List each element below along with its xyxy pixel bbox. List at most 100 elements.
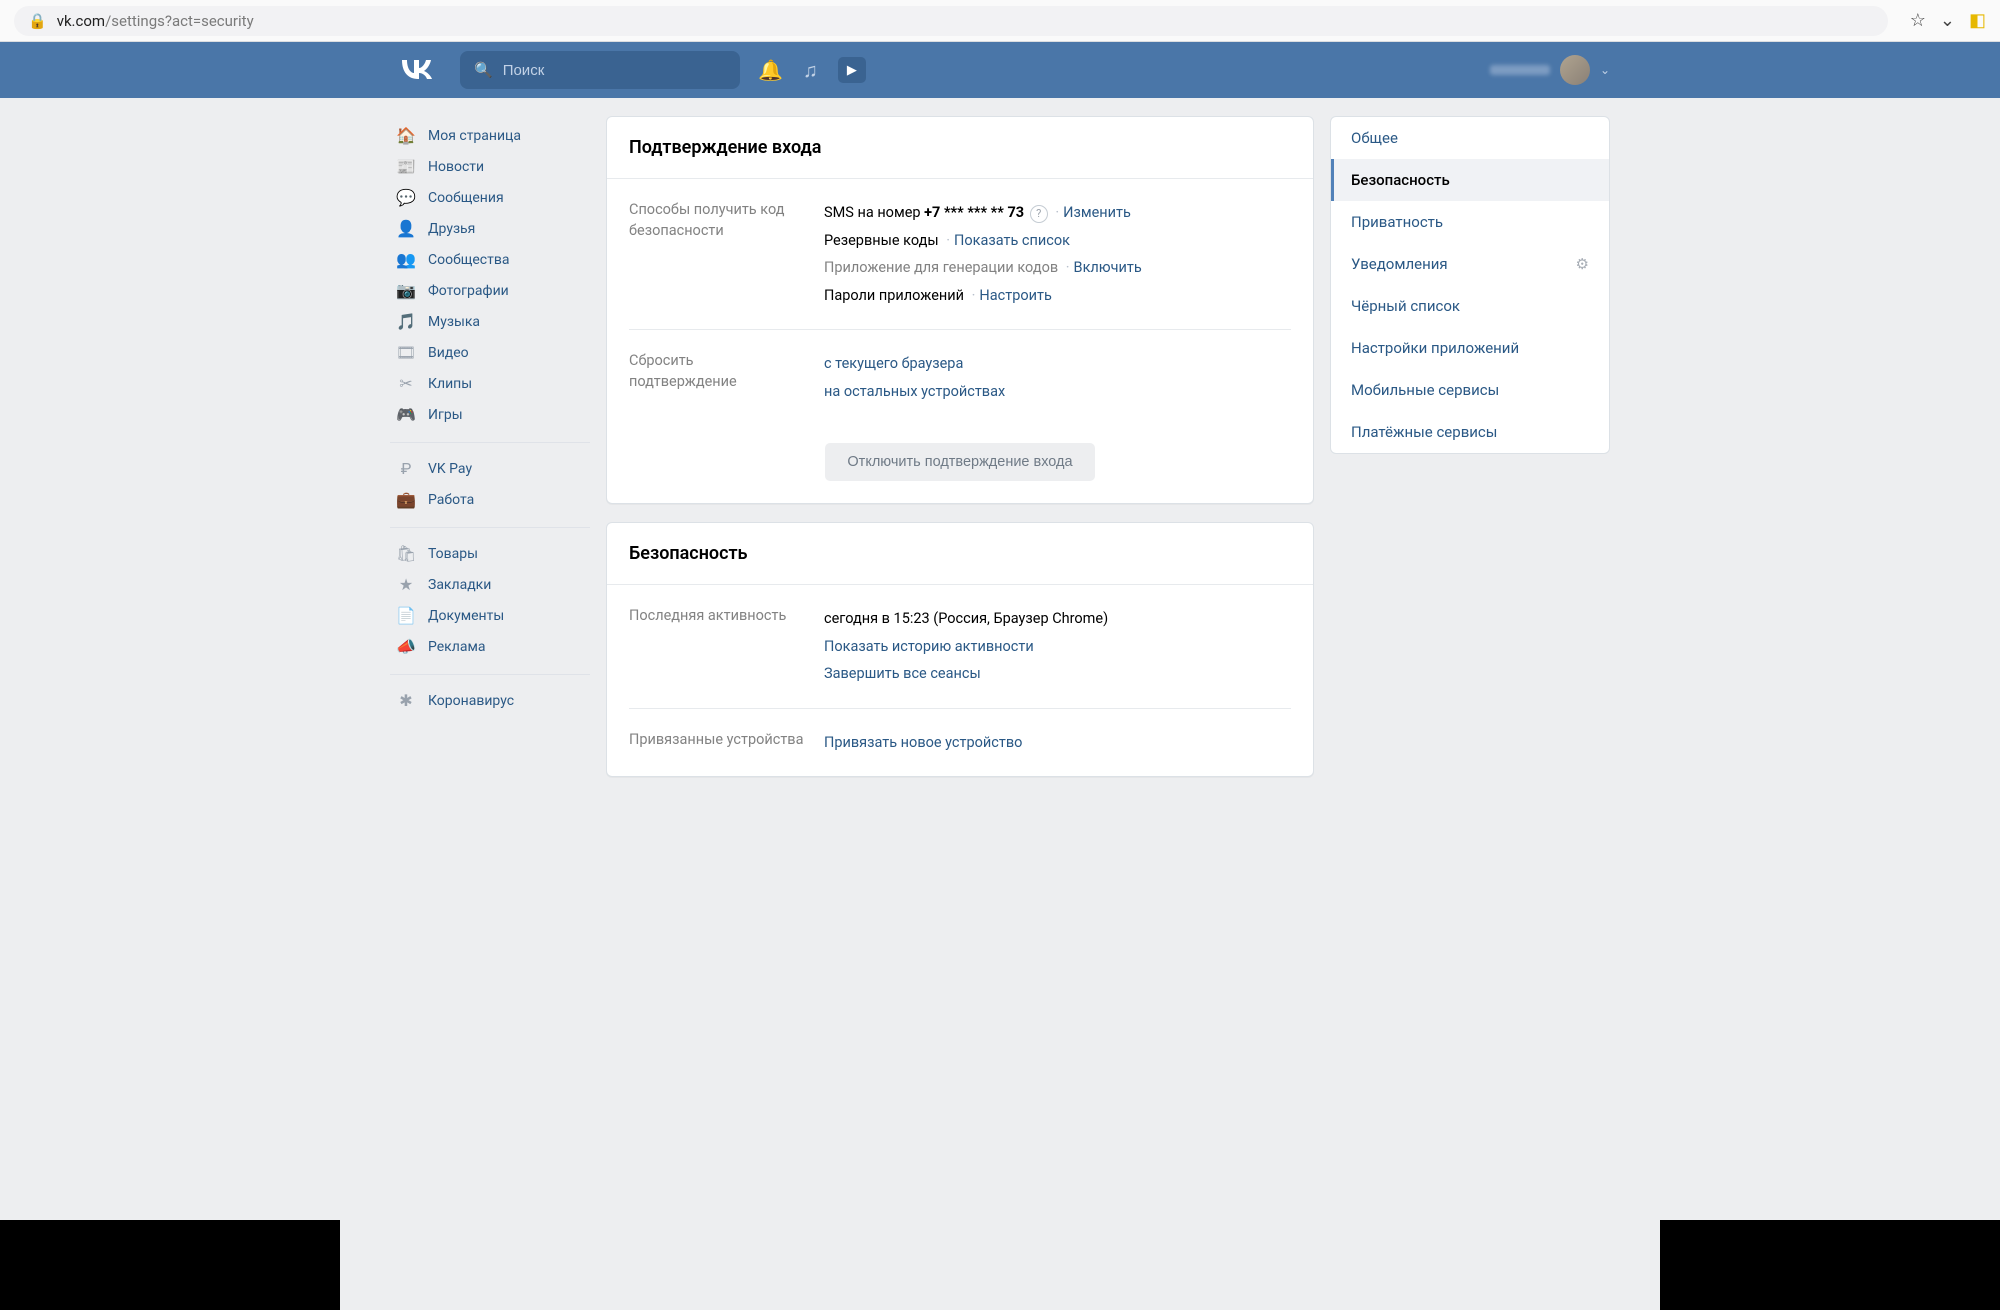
nav-icon: 🎞 — [396, 343, 416, 362]
reset-other-devices-link[interactable]: на остальных устройствах — [824, 383, 1005, 400]
nav-icon: 🛍 — [396, 544, 416, 563]
notifications-icon[interactable]: 🔔 — [758, 58, 783, 82]
sidebar-item-label: Реклама — [428, 639, 485, 655]
sidebar-item[interactable]: ✂ Клипы — [390, 368, 590, 399]
sidebar-item[interactable]: 📣 Реклама — [390, 631, 590, 662]
settings-tab[interactable]: Уведомления ⚙ — [1331, 243, 1609, 285]
tab-label: Безопасность — [1351, 171, 1450, 189]
sidebar-item[interactable]: 💼 Работа — [390, 484, 590, 515]
end-all-sessions-link[interactable]: Завершить все сеансы — [824, 665, 981, 682]
nav-icon: 📣 — [396, 637, 416, 656]
sidebar-item-label: Коронавирус — [428, 693, 514, 709]
sidebar-item[interactable]: 💬Сообщения — [390, 182, 590, 213]
nav-icon: 🏠 — [396, 126, 416, 145]
disable-confirmation-button[interactable]: Отключить подтверждение входа — [825, 443, 1094, 481]
tab-label: Общее — [1351, 129, 1398, 147]
left-navigation: 🏠Моя страница📰Новости💬Сообщения👤Друзья👥С… — [390, 116, 590, 728]
nav-icon: 💼 — [396, 490, 416, 509]
settings-tabs: Общее Безопасность Приватность Уведомления ⚙… — [1330, 116, 1610, 454]
url-field[interactable]: 🔒 vk.com/settings?act=security — [14, 6, 1888, 36]
enable-app-link[interactable]: Включить — [1074, 259, 1142, 276]
auth-app-line: Приложение для генерации кодов ·Включить — [824, 254, 1291, 282]
tab-label: Чёрный список — [1351, 297, 1460, 315]
pocket-icon[interactable]: ⌄ — [1940, 10, 1955, 31]
sidebar-item-label: Сообщества — [428, 252, 509, 268]
settings-tab[interactable]: Общее — [1331, 117, 1609, 159]
search-icon: 🔍 — [474, 61, 493, 79]
last-activity-text: сегодня в 15:23 (Россия, Браузер Chrome) — [824, 605, 1291, 633]
divider — [390, 674, 590, 675]
sidebar-item[interactable]: 🎵Музыка — [390, 306, 590, 337]
video-play-icon[interactable]: ▶ — [838, 57, 866, 83]
sidebar-item[interactable]: 🛍 Товары — [390, 538, 590, 569]
tab-label: Уведомления — [1351, 255, 1448, 273]
sidebar-item-label: Товары — [428, 546, 478, 562]
bookmark-flag-icon[interactable]: ◧ — [1969, 10, 1986, 31]
sidebar-item-label: Закладки — [428, 577, 491, 593]
url-path: /settings?act=security — [105, 12, 254, 30]
sidebar-item-label: Фотографии — [428, 283, 509, 299]
change-sms-link[interactable]: Изменить — [1063, 204, 1131, 221]
sidebar-item[interactable]: 📷 Фотографии — [390, 275, 590, 306]
sidebar-item[interactable]: ✱ Коронавирус — [390, 685, 590, 716]
sidebar-item-label: Игры — [428, 407, 463, 423]
sidebar-item-label: VK Pay — [428, 461, 472, 477]
help-icon[interactable]: ? — [1030, 205, 1048, 223]
nav-icon: ✂ — [396, 374, 416, 393]
sidebar-item-label: Документы — [428, 608, 504, 624]
nav-icon: 📷 — [396, 281, 416, 300]
settings-tab[interactable]: Настройки приложений — [1331, 327, 1609, 369]
row-label: Способы получить код безопасности — [629, 199, 804, 309]
sidebar-item-label: Работа — [428, 492, 474, 508]
configure-passwords-link[interactable]: Настроить — [979, 287, 1051, 304]
chevron-down-icon: ⌄ — [1600, 63, 1610, 77]
settings-tab[interactable]: Безопасность — [1331, 159, 1609, 201]
gear-icon[interactable]: ⚙ — [1576, 255, 1589, 273]
settings-tab[interactable]: Мобильные сервисы — [1331, 369, 1609, 411]
tab-label: Мобильные сервисы — [1351, 381, 1499, 399]
sidebar-item[interactable]: 📰Новости — [390, 151, 590, 182]
reset-current-browser-link[interactable]: с текущего браузера — [824, 355, 963, 372]
panel-title: Подтверждение входа — [607, 117, 1313, 179]
sidebar-item[interactable]: ★ Закладки — [390, 569, 590, 600]
nav-icon: ✱ — [396, 691, 416, 710]
browser-address-bar: 🔒 vk.com/settings?act=security ☆ ⌄ ◧ — [0, 0, 2000, 42]
sidebar-item-label: Клипы — [428, 376, 472, 392]
nav-icon: ★ — [396, 575, 416, 594]
nav-icon: 🎮 — [396, 405, 416, 424]
search-box[interactable]: 🔍 — [460, 51, 740, 89]
divider — [390, 527, 590, 528]
tab-label: Платёжные сервисы — [1351, 423, 1497, 441]
sidebar-item[interactable]: ₽ VK Pay — [390, 453, 590, 484]
settings-tab[interactable]: Приватность — [1331, 201, 1609, 243]
settings-tab[interactable]: Чёрный список — [1331, 285, 1609, 327]
app-passwords-line: Пароли приложений ·Настроить — [824, 282, 1291, 310]
music-icon[interactable]: ♫ — [803, 58, 818, 83]
sidebar-item[interactable]: 🏠Моя страница — [390, 120, 590, 151]
row-label: Привязанные устройства — [629, 729, 804, 757]
nav-icon: 📄 — [396, 606, 416, 625]
divider — [390, 442, 590, 443]
link-new-device-link[interactable]: Привязать новое устройство — [824, 734, 1022, 751]
url-host: vk.com — [57, 12, 105, 30]
sidebar-item[interactable]: 👤Друзья — [390, 213, 590, 244]
tab-label: Настройки приложений — [1351, 339, 1519, 357]
star-icon[interactable]: ☆ — [1910, 10, 1926, 31]
browser-toolbar-icons: ☆ ⌄ ◧ — [1910, 10, 1986, 31]
user-menu[interactable]: ⌄ — [1490, 55, 1610, 85]
nav-icon: 📰 — [396, 157, 416, 176]
nav-icon: ₽ — [396, 459, 416, 478]
sidebar-item[interactable]: 🎮 Игры — [390, 399, 590, 430]
backup-codes-line: Резервные коды ·Показать список — [824, 227, 1291, 255]
sidebar-item[interactable]: 🎞Видео — [390, 337, 590, 368]
show-activity-history-link[interactable]: Показать историю активности — [824, 638, 1034, 655]
sidebar-item[interactable]: 👥Сообщества — [390, 244, 590, 275]
sidebar-item[interactable]: 📄 Документы — [390, 600, 590, 631]
vk-logo[interactable] — [390, 55, 442, 85]
search-input[interactable] — [503, 62, 726, 79]
sidebar-item-label: Сообщения — [428, 190, 504, 206]
avatar — [1560, 55, 1590, 85]
row-label: Последняя активность — [629, 605, 804, 688]
show-backup-codes-link[interactable]: Показать список — [954, 232, 1070, 249]
settings-tab[interactable]: Платёжные сервисы — [1331, 411, 1609, 453]
